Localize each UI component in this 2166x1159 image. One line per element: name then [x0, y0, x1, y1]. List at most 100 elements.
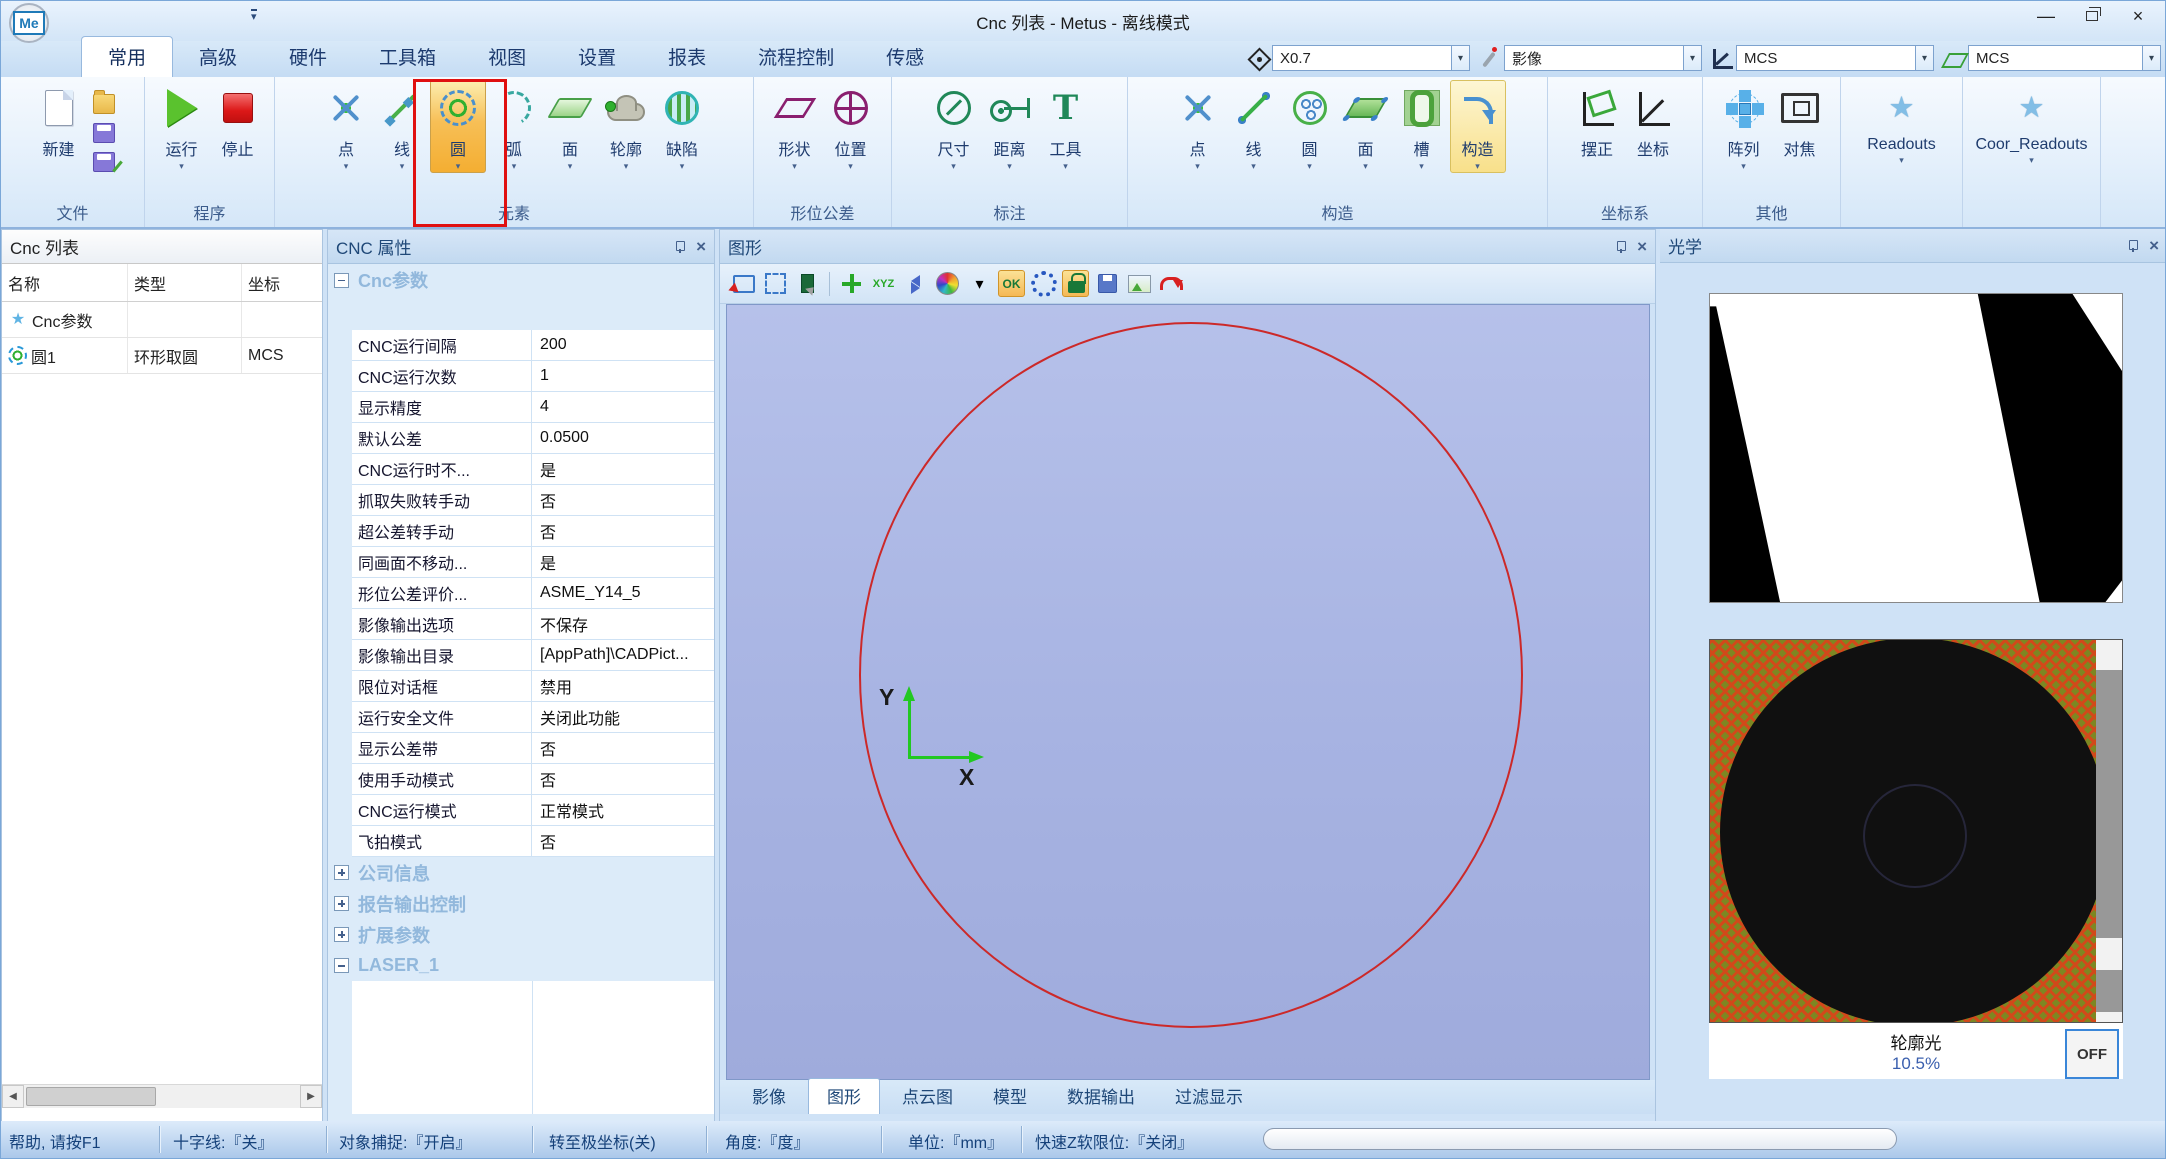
ribbon-button-线[interactable]: 线▾ — [374, 80, 430, 173]
lock-icon[interactable] — [1062, 270, 1089, 297]
collapsed-group-LASER_1[interactable]: LASER_1 — [328, 950, 714, 981]
ribbon-button-Coor_Readouts[interactable]: Coor_Readouts▾ — [1971, 80, 2091, 167]
property-value[interactable]: 1 — [532, 361, 714, 391]
column-header-type[interactable]: 类型 — [128, 264, 242, 301]
ribbon-tab-1[interactable]: 高级 — [173, 37, 263, 77]
ribbon-button-弧[interactable]: 弧▾ — [486, 80, 542, 173]
save-view-icon[interactable] — [1094, 270, 1121, 297]
expand-icon[interactable] — [334, 958, 349, 973]
view-tab-1[interactable]: 图形 — [808, 1078, 880, 1114]
collapsed-group-扩展参数[interactable]: 扩展参数 — [328, 919, 714, 950]
property-value[interactable]: 否 — [532, 764, 714, 794]
table-row[interactable]: 圆1环形取圆MCS — [2, 338, 322, 374]
close-icon[interactable]: × — [2149, 237, 2159, 254]
combo-value-0[interactable]: X0.7 — [1272, 45, 1452, 71]
property-value[interactable]: 是 — [532, 454, 714, 484]
ribbon-button-尺寸[interactable]: 尺寸▾ — [926, 80, 982, 173]
ribbon-button-面[interactable]: 面▾ — [542, 80, 598, 173]
small-button-save-as[interactable] — [93, 152, 115, 172]
ribbon-button-点[interactable]: 点▾ — [318, 80, 374, 173]
combo-value-2[interactable]: MCS — [1736, 45, 1916, 71]
ribbon-tab-0[interactable]: 常用 — [81, 36, 173, 77]
ribbon-tab-2[interactable]: 硬件 — [263, 37, 353, 77]
close-icon[interactable]: × — [1637, 238, 1647, 255]
property-value[interactable]: 否 — [532, 826, 714, 856]
property-group-row[interactable]: Cnc参数 — [328, 264, 714, 296]
app-menu-button[interactable]: Me — [9, 3, 49, 43]
ribbon-button-停止[interactable]: 停止 — [210, 80, 266, 161]
ribbon-tab-7[interactable]: 流程控制 — [732, 37, 860, 77]
expand-icon[interactable] — [334, 896, 349, 911]
ribbon-button-点[interactable]: 点▾ — [1170, 80, 1226, 173]
close-button[interactable]: × — [2115, 1, 2161, 31]
ribbon-button-摆正[interactable]: 摆正 — [1569, 80, 1625, 161]
status-item-2[interactable]: 对象捕捉:『开启』 — [339, 1129, 471, 1153]
view-tab-4[interactable]: 数据输出 — [1049, 1079, 1153, 1114]
selection-ring-icon[interactable] — [1030, 270, 1057, 297]
scroll-left-arrow-icon[interactable]: ◀ — [2, 1085, 24, 1108]
collapse-icon[interactable] — [334, 273, 349, 288]
property-value[interactable]: [AppPath]\CADPict... — [532, 640, 714, 670]
property-value[interactable]: 正常模式 — [532, 795, 714, 825]
doc-preview-icon[interactable] — [794, 270, 821, 297]
pin-icon[interactable] — [1615, 240, 1625, 253]
collapsed-group-报告输出控制[interactable]: 报告输出控制 — [328, 888, 714, 919]
table-row[interactable]: Cnc参数 — [2, 302, 322, 338]
property-value[interactable]: 4 — [532, 392, 714, 422]
scroll-right-arrow-icon[interactable]: ▶ — [300, 1085, 322, 1108]
status-item-4[interactable]: 角度:『度』 — [725, 1129, 809, 1153]
small-button-open-folder[interactable] — [93, 94, 115, 114]
ribbon-button-缺陷[interactable]: 缺陷▾ — [654, 80, 710, 173]
ribbon-button-构造[interactable]: 构造▾ — [1450, 80, 1506, 173]
zoom-fit-icon[interactable] — [762, 270, 789, 297]
ribbon-button-距离[interactable]: 距离▾ — [982, 80, 1038, 173]
dropdown-arrow-icon[interactable]: ▾ — [966, 270, 993, 297]
property-value[interactable]: ASME_Y14_5 — [532, 578, 714, 608]
ribbon-button-线[interactable]: 线▾ — [1226, 80, 1282, 173]
horizontal-scrollbar[interactable]: ◀ ▶ — [2, 1084, 322, 1108]
property-value[interactable]: 0.0500 — [532, 423, 714, 453]
status-item-1[interactable]: 十字线:『关』 — [173, 1129, 273, 1153]
property-value[interactable]: 禁用 — [532, 671, 714, 701]
combo-value-3[interactable]: MCS — [1968, 45, 2143, 71]
ribbon-tab-6[interactable]: 报表 — [642, 37, 732, 77]
switch-arrows-icon[interactable] — [902, 270, 929, 297]
ribbon-button-坐标[interactable]: 坐标 — [1625, 80, 1681, 161]
view-tab-3[interactable]: 模型 — [975, 1079, 1045, 1114]
status-item-5[interactable]: 单位:『mm』 — [908, 1129, 1003, 1153]
column-header-coord[interactable]: 坐标 — [242, 264, 322, 301]
view-tab-2[interactable]: 点云图 — [884, 1079, 971, 1114]
view-tab-0[interactable]: 影像 — [734, 1079, 804, 1114]
pin-icon[interactable] — [2127, 239, 2137, 252]
scene-image-icon[interactable] — [1126, 270, 1153, 297]
ribbon-button-新建[interactable]: 新建 — [31, 80, 87, 161]
maximize-button[interactable] — [2069, 1, 2115, 31]
chevron-down-icon[interactable]: ▾ — [1452, 45, 1470, 71]
ribbon-button-运行[interactable]: 运行▾ — [154, 80, 210, 173]
property-value[interactable]: 是 — [532, 547, 714, 577]
ribbon-button-阵列[interactable]: 阵列▾ — [1716, 80, 1772, 173]
measured-circle[interactable] — [859, 322, 1523, 1028]
scrollbar-thumb[interactable] — [2096, 670, 2122, 938]
ribbon-button-圆[interactable]: 圆▾ — [1282, 80, 1338, 173]
ribbon-tab-8[interactable]: 传感 — [860, 37, 950, 77]
ok-confirm-icon[interactable]: OK — [998, 270, 1025, 297]
scrollbar-thumb[interactable] — [26, 1087, 156, 1106]
status-item-3[interactable]: 转至极坐标(关) — [549, 1129, 656, 1153]
ribbon-button-槽[interactable]: 槽▾ — [1394, 80, 1450, 173]
chevron-down-icon[interactable]: ▾ — [1684, 45, 1702, 71]
scrollbar-thumb[interactable] — [2096, 970, 2122, 1012]
property-value[interactable]: 否 — [532, 485, 714, 515]
chevron-down-icon[interactable]: ▾ — [1916, 45, 1934, 71]
ribbon-button-对焦[interactable]: 对焦 — [1772, 80, 1828, 161]
collapsed-group-公司信息[interactable]: 公司信息 — [328, 857, 714, 888]
xyz-label-icon[interactable]: XYZ — [870, 270, 897, 297]
crosshair-plus-icon[interactable] — [838, 270, 865, 297]
ribbon-tab-4[interactable]: 视图 — [462, 37, 552, 77]
light-off-button[interactable]: OFF — [2065, 1029, 2119, 1079]
redo-arrow-icon[interactable] — [1158, 270, 1185, 297]
property-value[interactable]: 关闭此功能 — [532, 702, 714, 732]
view-tab-5[interactable]: 过滤显示 — [1157, 1079, 1261, 1114]
expand-icon[interactable] — [334, 865, 349, 880]
vertical-scrollbar[interactable] — [2096, 640, 2122, 1022]
